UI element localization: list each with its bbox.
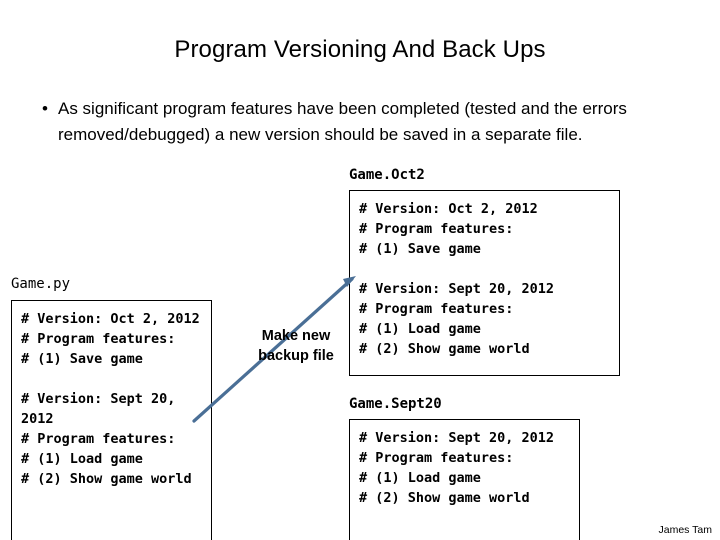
code-line: # (2) Show game world: [359, 341, 530, 357]
page-title: Program Versioning And Back Ups: [174, 36, 546, 63]
annotation-line-2: backup file: [258, 348, 334, 364]
code-line: # Program features:: [359, 301, 514, 317]
code-line: # (1) Save game: [359, 241, 481, 257]
code-box-game-oct2: # Version: Oct 2, 2012 # Program feature…: [349, 190, 620, 376]
bullet-block: • As significant program features have b…: [36, 96, 672, 148]
code-line: # Program features:: [21, 331, 176, 347]
code-line: # (1) Load game: [359, 321, 481, 337]
code-line: # (1) Load game: [21, 451, 143, 467]
slide-canvas: Program Versioning And Back Ups • As sig…: [0, 0, 720, 540]
code-line: # Program features:: [359, 450, 514, 466]
label-game-py: Game.py: [11, 276, 71, 292]
code-line: # Version: Oct 2, 2012: [359, 201, 538, 217]
annotation-line-1: Make new: [261, 328, 331, 344]
code-line: # Program features:: [359, 221, 514, 237]
attribution: James Tam: [658, 524, 713, 536]
label-game-sept20: Game.Sept20: [349, 396, 442, 412]
code-line: # Program features:: [21, 431, 176, 447]
code-line: # Version: Sept 20, 2012: [21, 391, 184, 427]
code-line: # Version: Sept 20, 2012: [359, 430, 555, 446]
code-box-game-sept20: # Version: Sept 20, 2012 # Program featu…: [349, 419, 580, 540]
bullet-marker-icon: •: [42, 99, 48, 118]
code-line: # (1) Load game: [359, 470, 481, 486]
code-line: # (2) Show game world: [21, 471, 192, 487]
code-line: # Version: Oct 2, 2012: [21, 311, 200, 327]
code-line: # (2) Show game world: [359, 490, 530, 506]
code-box-game-py: # Version: Oct 2, 2012 # Program feature…: [11, 300, 212, 540]
annotation-make-new-backup-file: Make new backup file: [233, 326, 359, 366]
bullet-item: • As significant program features have b…: [36, 96, 672, 148]
code-line: # Version: Sept 20, 2012: [359, 281, 555, 297]
label-game-oct2: Game.Oct2: [349, 167, 425, 183]
code-line: # (1) Save game: [21, 351, 143, 367]
bullet-text: As significant program features have bee…: [58, 99, 627, 144]
